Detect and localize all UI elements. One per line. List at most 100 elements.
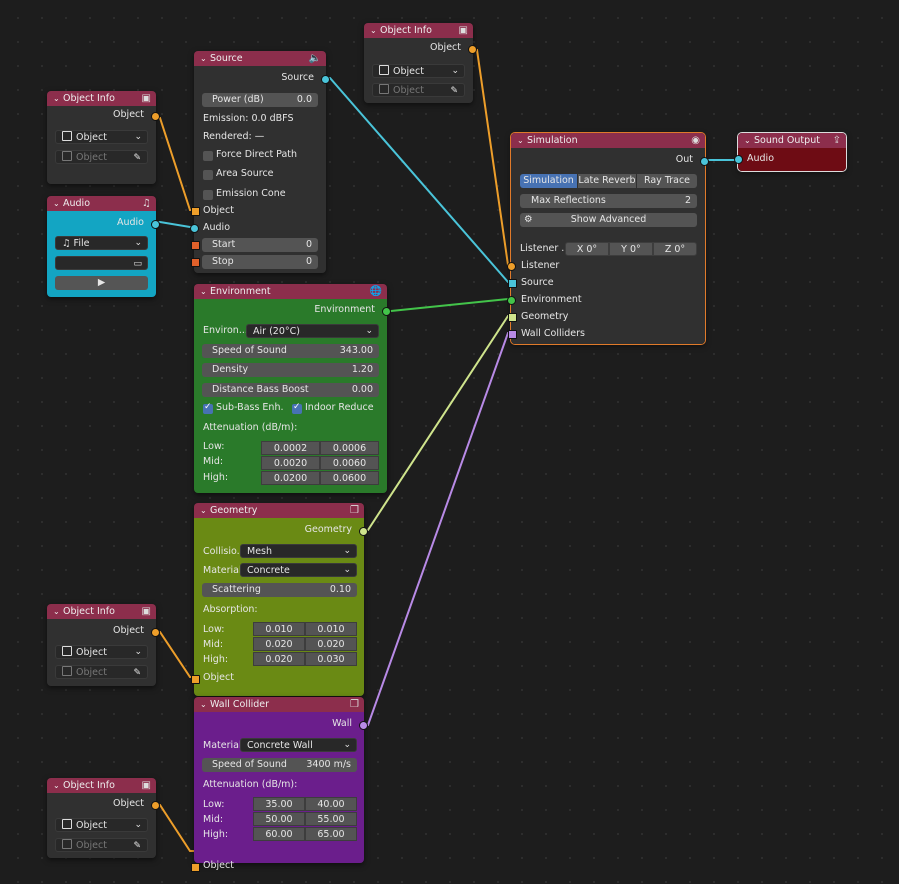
output-socket-object[interactable] [151, 801, 160, 810]
input-socket-geometry[interactable] [508, 313, 517, 322]
input-socket-object[interactable] [191, 675, 200, 684]
output-socket-object[interactable] [468, 45, 477, 54]
rotation-x-field[interactable]: X 0° [565, 242, 609, 256]
object-picker-field[interactable]: Object ✎ [372, 83, 465, 97]
folder-icon[interactable]: ▭ [133, 257, 142, 271]
power-field[interactable]: Power (dB) 0.0 [202, 93, 318, 107]
density-field[interactable]: Density 1.20 [202, 363, 379, 377]
input-socket-source[interactable] [508, 279, 517, 288]
attenuation-cell[interactable]: 50.00 [253, 812, 305, 826]
absorption-cell[interactable]: 0.020 [253, 637, 305, 651]
show-advanced-button[interactable]: ⚙ Show Advanced [520, 213, 697, 227]
collapse-chevron-icon[interactable]: ⌄ [200, 697, 210, 712]
eyedropper-icon[interactable]: ✎ [133, 666, 141, 680]
input-socket-wall-colliders[interactable] [508, 330, 517, 339]
input-socket-object[interactable] [191, 207, 200, 216]
input-socket-object[interactable] [191, 863, 200, 872]
attenuation-cell[interactable]: 35.00 [253, 797, 305, 811]
wall-speed-of-sound-field[interactable]: Speed of Sound 3400 m/s [202, 758, 357, 772]
absorption-cell[interactable]: 0.010 [305, 622, 357, 636]
stop-field[interactable]: Stop 0 [202, 255, 318, 269]
play-button[interactable]: ▶ [55, 276, 148, 290]
object-info-node-2[interactable]: ⌄ Object Info ▣ Object Object ⌄ Object ✎ [364, 23, 477, 103]
force-direct-checkbox[interactable] [203, 151, 213, 161]
geometry-node[interactable]: ⌄ Geometry ❐ Geometry Collisio... Mesh ⌄ Ma… [191, 503, 368, 696]
audio-node[interactable]: ⌄ Audio ♫ Audio ♫ File ⌄ ▭ ▶ [47, 196, 160, 297]
attenuation-cell[interactable]: 0.0002 [261, 441, 320, 455]
absorption-cell[interactable]: 0.020 [305, 637, 357, 651]
collapse-chevron-icon[interactable]: ⌄ [53, 778, 63, 793]
sound-output-node[interactable]: ⌄ Sound Output ⇪ Audio [734, 132, 847, 172]
attenuation-cell[interactable]: 0.0006 [320, 441, 379, 455]
collapse-chevron-icon[interactable]: ⌄ [53, 604, 63, 619]
attenuation-cell[interactable]: 0.0060 [320, 456, 379, 470]
attenuation-cell[interactable]: 65.00 [305, 827, 357, 841]
absorption-cell[interactable]: 0.010 [253, 622, 305, 636]
input-socket-environment[interactable] [507, 296, 516, 305]
rotation-z-field[interactable]: Z 0° [653, 242, 697, 256]
collapse-chevron-icon[interactable]: ⌄ [744, 133, 754, 148]
collapse-chevron-icon[interactable]: ⌄ [53, 91, 63, 106]
wall-collider-node[interactable]: ⌄ Wall Collider ❐ Wall Material: Concrete … [191, 697, 368, 872]
object-type-dropdown[interactable]: Object ⌄ [55, 130, 148, 144]
environment-node[interactable]: ⌄ Environment 🌐 Environment Environ... Air… [194, 284, 391, 493]
output-socket-environment[interactable] [382, 307, 391, 316]
sub-bass-checkbox[interactable] [203, 402, 213, 414]
speed-of-sound-field[interactable]: Speed of Sound 343.00 [202, 344, 379, 358]
collapse-chevron-icon[interactable]: ⌄ [200, 503, 210, 518]
attenuation-cell[interactable]: 55.00 [305, 812, 357, 826]
absorption-cell[interactable]: 0.030 [305, 652, 357, 666]
indoor-reduce-checkbox[interactable] [292, 402, 302, 414]
input-socket-stop[interactable] [191, 258, 200, 267]
collapse-chevron-icon[interactable]: ⌄ [200, 284, 210, 299]
area-source-checkbox[interactable] [203, 170, 213, 180]
object-picker-field[interactable]: Object ✎ [55, 838, 148, 852]
attenuation-cell[interactable]: 40.00 [305, 797, 357, 811]
input-socket-start[interactable] [191, 241, 200, 250]
max-reflections-field[interactable]: Max Reflections 2 [520, 194, 697, 208]
collapse-chevron-icon[interactable]: ⌄ [53, 196, 63, 211]
eyedropper-icon[interactable]: ✎ [450, 84, 458, 98]
rotation-y-field[interactable]: Y 0° [609, 242, 653, 256]
start-field[interactable]: Start 0 [202, 238, 318, 252]
input-socket-audio[interactable] [190, 224, 199, 233]
emission-cone-checkbox[interactable] [203, 190, 213, 200]
tab-simulation[interactable]: Simulation [520, 174, 577, 188]
absorption-cell[interactable]: 0.020 [253, 652, 305, 666]
eyedropper-icon[interactable]: ✎ [133, 151, 141, 165]
scattering-field[interactable]: Scattering 0.10 [202, 583, 357, 597]
output-socket-out[interactable] [700, 157, 709, 166]
environment-preset-dropdown[interactable]: Air (20°C) ⌄ [246, 324, 379, 338]
file-path-input[interactable]: ▭ [55, 256, 148, 270]
eyedropper-icon[interactable]: ✎ [133, 839, 141, 853]
collapse-chevron-icon[interactable]: ⌄ [517, 133, 527, 148]
object-picker-field[interactable]: Object ✎ [55, 150, 148, 164]
collision-type-dropdown[interactable]: Mesh ⌄ [240, 544, 357, 558]
object-info-node-3[interactable]: ⌄ Object Info ▣ Object Object ⌄ Object ✎ [47, 604, 160, 686]
distance-bass-boost-field[interactable]: Distance Bass Boost 0.00 [202, 383, 379, 397]
output-socket-object[interactable] [151, 112, 160, 121]
collapse-chevron-icon[interactable]: ⌄ [370, 23, 380, 38]
object-picker-field[interactable]: Object ✎ [55, 665, 148, 679]
input-socket-audio[interactable] [734, 155, 743, 164]
object-type-dropdown[interactable]: Object ⌄ [372, 64, 465, 78]
wall-material-dropdown[interactable]: Concrete Wall ⌄ [240, 738, 357, 752]
object-info-node-1[interactable]: ⌄ Object Info ▣ Object Object ⌄ Object ✎ [47, 91, 160, 184]
collapse-chevron-icon[interactable]: ⌄ [200, 51, 210, 66]
source-node[interactable]: ⌄ Source 🔈 Source Power (dB) 0.0 Emission: … [190, 51, 330, 273]
simulation-node[interactable]: ⌄ Simulation ◉ Out Simulation Late Reverb … [507, 132, 709, 345]
input-socket-listener[interactable] [507, 262, 516, 271]
output-socket-wall[interactable] [359, 721, 368, 730]
object-type-dropdown[interactable]: Object ⌄ [55, 818, 148, 832]
attenuation-cell[interactable]: 0.0200 [261, 471, 320, 485]
output-socket-object[interactable] [151, 628, 160, 637]
output-socket-audio[interactable] [151, 220, 160, 229]
attenuation-cell[interactable]: 0.0020 [261, 456, 320, 470]
attenuation-cell[interactable]: 60.00 [253, 827, 305, 841]
output-socket-source[interactable] [321, 75, 330, 84]
object-info-node-4[interactable]: ⌄ Object Info ▣ Object Object ⌄ Object ✎ [47, 778, 160, 858]
object-type-dropdown[interactable]: Object ⌄ [55, 645, 148, 659]
audio-source-dropdown[interactable]: ♫ File ⌄ [55, 236, 148, 250]
material-dropdown[interactable]: Concrete ⌄ [240, 563, 357, 577]
tab-late-reverb[interactable]: Late Reverb [578, 174, 636, 188]
